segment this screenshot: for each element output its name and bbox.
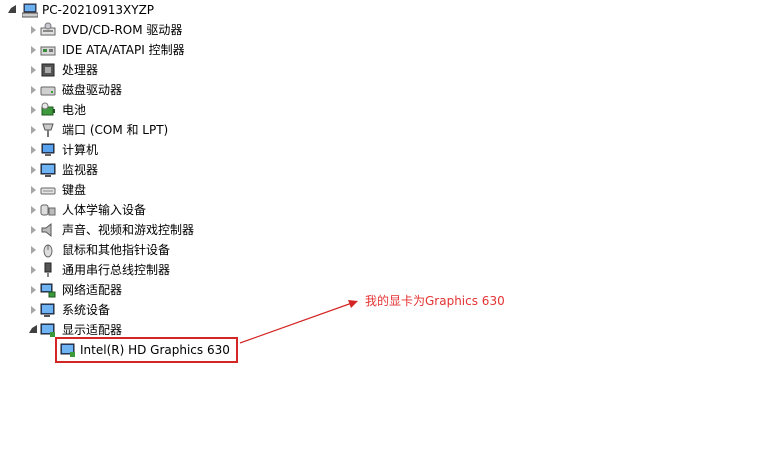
annotation-text: 我的显卡为Graphics 630: [365, 294, 505, 308]
annotation-arrow: [239, 300, 358, 344]
